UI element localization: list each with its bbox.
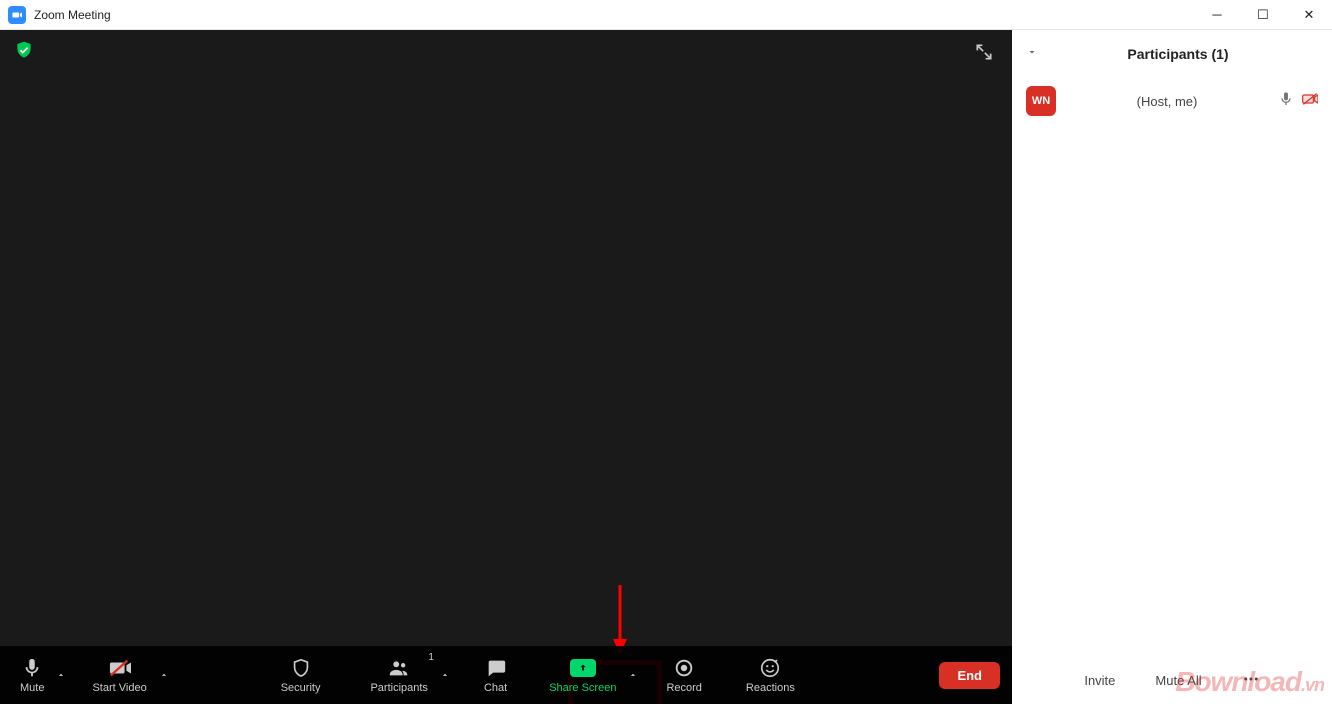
end-button[interactable]: End — [939, 662, 1000, 689]
zoom-logo-icon — [8, 6, 26, 24]
participants-footer: Invite Mute All — [1012, 656, 1332, 704]
participants-count: 1 — [428, 652, 434, 663]
minimize-button[interactable]: ─ — [1194, 0, 1240, 30]
mute-button[interactable]: Mute — [12, 646, 52, 704]
smile-icon — [759, 656, 781, 680]
share-screen-label: Share Screen — [549, 682, 616, 694]
participant-row[interactable]: WN (Host, me) — [1012, 78, 1332, 124]
mute-all-button[interactable]: Mute All — [1155, 673, 1201, 688]
mute-label: Mute — [20, 682, 44, 694]
participant-video-off-icon — [1302, 91, 1318, 112]
participant-label: (Host, me) — [1137, 94, 1198, 109]
participants-button[interactable]: Participants 1 — [362, 646, 435, 704]
window-title: Zoom Meeting — [34, 8, 111, 22]
reactions-button[interactable]: Reactions — [738, 646, 803, 704]
maximize-button[interactable]: ☐ — [1240, 0, 1286, 30]
participants-options-caret[interactable] — [436, 646, 454, 704]
meeting-toolbar: Mute Start Video Security — [0, 646, 1012, 704]
share-options-caret[interactable] — [624, 646, 642, 704]
titlebar: Zoom Meeting ─ ☐ ✕ — [0, 0, 1332, 30]
security-button[interactable]: Security — [273, 646, 329, 704]
security-label: Security — [281, 682, 321, 694]
participants-title: Participants (1) — [1127, 46, 1228, 62]
more-options-icon[interactable] — [1242, 670, 1260, 691]
microphone-icon — [21, 656, 43, 680]
collapse-chevron-icon[interactable] — [1026, 45, 1038, 63]
participants-header: Participants (1) — [1012, 30, 1332, 78]
share-screen-icon — [570, 659, 596, 677]
start-video-button[interactable]: Start Video — [84, 646, 154, 704]
start-video-label: Start Video — [92, 682, 146, 694]
mute-options-caret[interactable] — [52, 646, 70, 704]
record-icon — [673, 656, 695, 680]
video-area: Mute Start Video Security — [0, 30, 1012, 704]
video-options-caret[interactable] — [155, 646, 173, 704]
participant-mic-icon — [1278, 91, 1294, 112]
chat-icon — [485, 656, 507, 680]
record-button[interactable]: Record — [658, 646, 709, 704]
encryption-shield-icon[interactable] — [14, 40, 34, 60]
shield-icon — [290, 656, 312, 680]
video-off-icon — [109, 656, 131, 680]
share-screen-button[interactable]: Share Screen — [541, 646, 624, 704]
invite-button[interactable]: Invite — [1084, 673, 1115, 688]
participants-label: Participants — [370, 682, 427, 694]
chat-button[interactable]: Chat — [476, 646, 515, 704]
record-label: Record — [666, 682, 701, 694]
chat-label: Chat — [484, 682, 507, 694]
avatar: WN — [1026, 86, 1056, 116]
people-icon — [388, 656, 410, 680]
annotation-arrow-icon — [613, 585, 627, 655]
close-button[interactable]: ✕ — [1286, 0, 1332, 30]
reactions-label: Reactions — [746, 682, 795, 694]
fullscreen-icon[interactable] — [974, 42, 994, 62]
participants-panel: Participants (1) WN (Host, me) Invite Mu… — [1012, 30, 1332, 704]
